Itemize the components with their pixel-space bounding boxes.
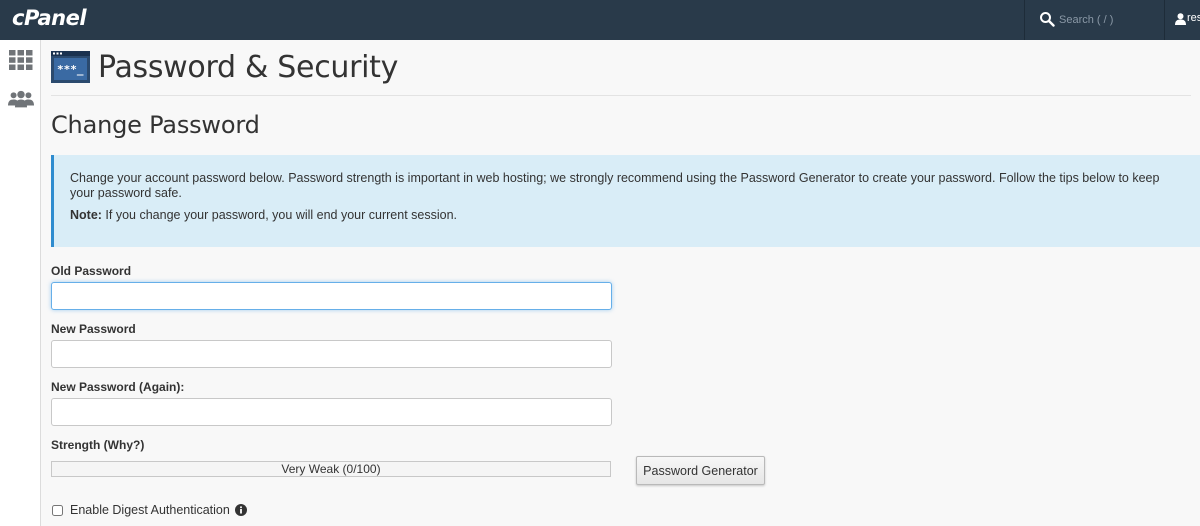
sidebar-item-users[interactable] — [8, 87, 34, 111]
cpanel-logo[interactable]: cPanel — [12, 6, 87, 30]
info-callout: Change your account password below. Pass… — [51, 155, 1200, 247]
user-name: res — [1187, 12, 1200, 24]
old-password-label: Old Password — [51, 264, 132, 278]
note-text: If you change your password, you will en… — [101, 208, 457, 222]
digest-auth-checkbox[interactable] — [52, 504, 63, 516]
note-label: Note: — [70, 208, 102, 222]
sidebar-item-home[interactable] — [8, 48, 34, 72]
new-password-label: New Password — [51, 322, 136, 336]
strength-text: Very Weak (0/100) — [281, 462, 381, 476]
digest-auth-row: Enable Digest Authentication — [51, 503, 247, 517]
password-generator-button[interactable]: Password Generator — [636, 456, 765, 485]
callout-note: Note: If you change your password, you w… — [70, 208, 1183, 223]
info-icon[interactable] — [234, 504, 247, 516]
page-title: Password & Security — [98, 49, 399, 85]
digest-auth-label[interactable]: Enable Digest Authentication — [70, 503, 230, 517]
page-header: ***_ Password & Security — [51, 49, 399, 85]
grid-icon — [9, 50, 33, 70]
password-security-icon: ***_ — [51, 51, 90, 83]
strength-meter: Very Weak (0/100) — [51, 461, 611, 477]
sidebar — [0, 40, 41, 526]
callout-text: Change your account password below. Pass… — [70, 171, 1160, 200]
user-icon — [1175, 13, 1186, 25]
svg-text:***_: ***_ — [57, 63, 84, 76]
search-icon — [1040, 12, 1055, 27]
strength-label[interactable]: Strength (Why?) — [51, 438, 144, 452]
top-bar: cPanel res — [0, 0, 1200, 40]
main-content: ***_ Password & Security Change Password… — [41, 40, 1200, 526]
header-divider — [51, 95, 1191, 96]
new-password-field[interactable] — [51, 340, 612, 368]
user-menu[interactable]: res — [1166, 0, 1200, 40]
new-password-again-label: New Password (Again): — [51, 380, 185, 394]
users-icon — [8, 90, 34, 108]
new-password-again-field[interactable] — [51, 398, 612, 426]
old-password-field[interactable] — [51, 282, 612, 310]
section-title: Change Password — [51, 111, 260, 139]
search-input[interactable] — [1059, 10, 1159, 30]
search-area[interactable] — [1024, 0, 1165, 40]
